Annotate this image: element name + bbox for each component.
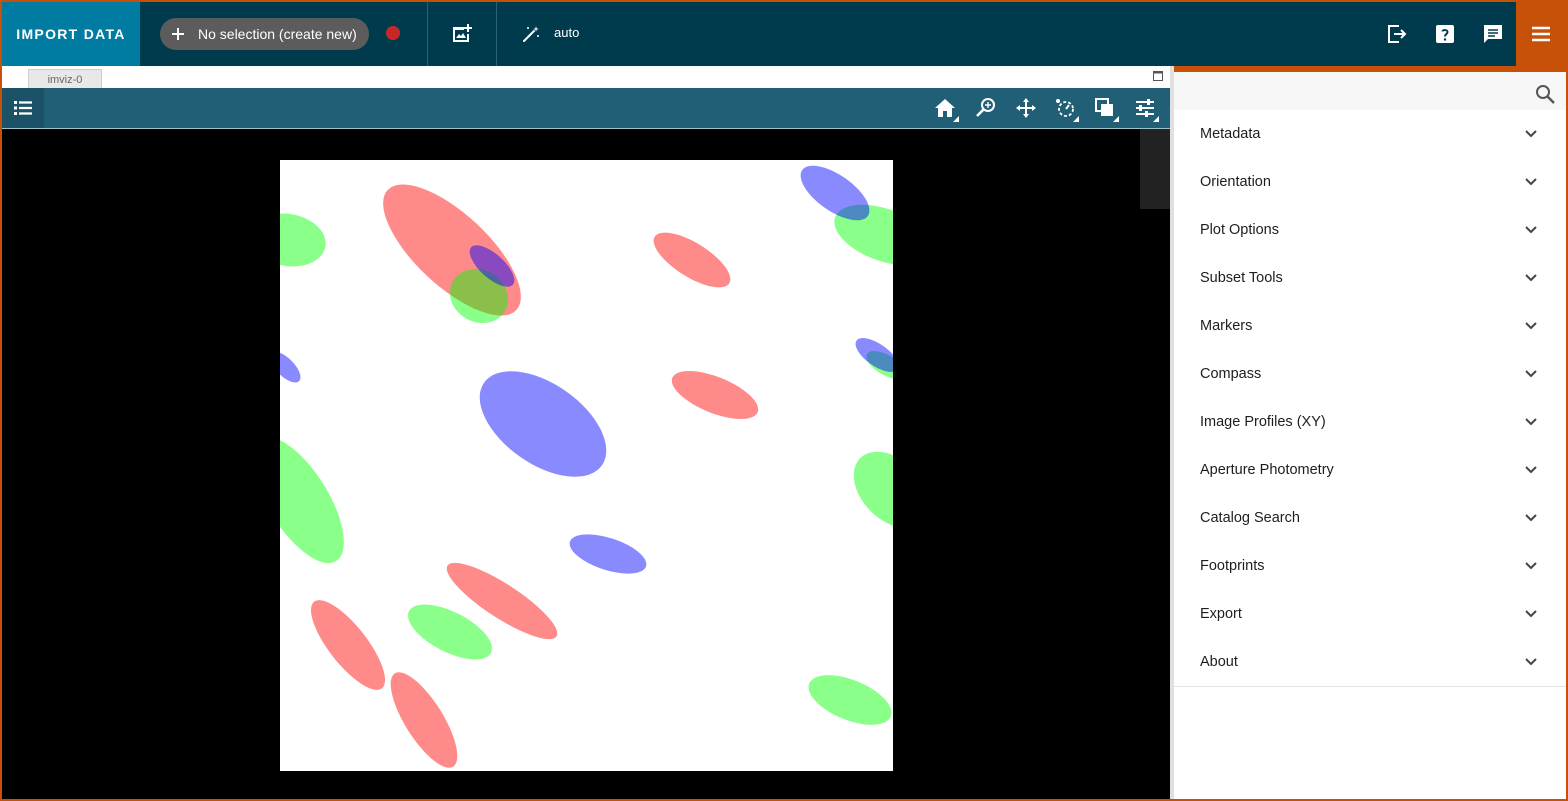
link-mode-label[interactable]: auto [554, 25, 579, 40]
home-tool[interactable] [933, 96, 959, 122]
feedback-icon[interactable] [1481, 22, 1505, 46]
plugin-item-subset-tools[interactable]: Subset Tools [1174, 254, 1566, 302]
top-toolbar: IMPORT DATA No selection (create new) au… [2, 2, 1566, 66]
chevron-down-icon[interactable] [1521, 172, 1541, 192]
plugin-item-orientation[interactable]: Orientation [1174, 158, 1566, 206]
image-display[interactable] [280, 160, 893, 771]
plugin-item-label: About [1200, 654, 1238, 670]
plugin-item-label: Export [1200, 606, 1242, 622]
menu-button[interactable] [1516, 2, 1566, 66]
plugin-search-bar[interactable] [1174, 72, 1566, 110]
dropdown-indicator-icon [1153, 116, 1159, 122]
viewer-tab-strip: imviz-0 [2, 66, 1170, 89]
zoom-icon [976, 98, 995, 117]
blink-tool[interactable] [1093, 96, 1119, 122]
toolbar-divider [427, 2, 428, 66]
plugin-item-catalog-search[interactable]: Catalog Search [1174, 494, 1566, 542]
record-icon[interactable] [386, 26, 400, 40]
viewer-settings-tool[interactable] [1133, 96, 1159, 122]
plugin-item-aperture-photometry[interactable]: Aperture Photometry [1174, 446, 1566, 494]
search-icon[interactable] [1534, 83, 1556, 105]
chevron-down-icon[interactable] [1521, 508, 1541, 528]
dropdown-indicator-icon [953, 116, 959, 122]
plugin-item-label: Image Profiles (XY) [1200, 414, 1326, 430]
viewer-toolbar [2, 88, 1170, 129]
chevron-down-icon[interactable] [1521, 268, 1541, 288]
viewer-area: imviz-0 [2, 66, 1170, 799]
chevron-down-icon[interactable] [1521, 556, 1541, 576]
chevron-down-icon[interactable] [1521, 316, 1541, 336]
subset-selector-label: No selection (create new) [198, 26, 357, 42]
plugin-item-label: Subset Tools [1200, 270, 1283, 286]
import-data-button[interactable]: IMPORT DATA [2, 2, 140, 66]
chevron-down-icon[interactable] [1521, 220, 1541, 240]
menu-icon [1532, 26, 1550, 42]
plugin-item-markers[interactable]: Markers [1174, 302, 1566, 350]
plugin-item-label: Compass [1200, 366, 1262, 382]
maximize-icon[interactable] [1153, 71, 1163, 81]
plugin-item-label: Markers [1200, 318, 1253, 334]
contrast-tool[interactable] [1053, 96, 1079, 122]
plugin-item-about[interactable]: About [1174, 638, 1566, 686]
toolbar-divider [496, 2, 497, 66]
chevron-down-icon[interactable] [1521, 460, 1541, 480]
viewer-tab[interactable]: imviz-0 [28, 69, 102, 89]
zoom-tool[interactable] [974, 96, 998, 120]
plugin-item-label: Plot Options [1200, 222, 1279, 238]
plugin-item-label: Catalog Search [1200, 510, 1300, 526]
add-image-icon[interactable] [450, 22, 474, 46]
pan-tool[interactable] [1014, 96, 1038, 120]
chevron-down-icon[interactable] [1521, 652, 1541, 672]
plugin-list: Metadata Orientation Plot Options Subset To… [1174, 110, 1566, 687]
magic-wand-icon[interactable] [522, 25, 540, 43]
pan-icon [1016, 98, 1036, 118]
chevron-down-icon[interactable] [1521, 124, 1541, 144]
plugin-item-label: Orientation [1200, 174, 1271, 190]
chevron-down-icon[interactable] [1521, 364, 1541, 384]
app-window: IMPORT DATA No selection (create new) au… [2, 2, 1566, 799]
plugin-item-plot-options[interactable]: Plot Options [1174, 206, 1566, 254]
chevron-down-icon[interactable] [1521, 412, 1541, 432]
list-icon [14, 101, 32, 115]
plus-icon [172, 28, 184, 40]
export-icon[interactable] [1385, 22, 1409, 46]
chevron-down-icon[interactable] [1521, 604, 1541, 624]
dropdown-indicator-icon [1073, 116, 1079, 122]
help-icon[interactable] [1433, 22, 1457, 46]
subset-selector[interactable]: No selection (create new) [160, 18, 369, 50]
plugin-tray: Metadata Orientation Plot Options Subset To… [1170, 66, 1566, 799]
plugin-item-export[interactable]: Export [1174, 590, 1566, 638]
plugin-item-label: Aperture Photometry [1200, 462, 1334, 478]
viewer-scrollbar[interactable] [1140, 129, 1170, 209]
plugin-item-footprints[interactable]: Footprints [1174, 542, 1566, 590]
plugin-item-compass[interactable]: Compass [1174, 350, 1566, 398]
plugin-item-metadata[interactable]: Metadata [1174, 110, 1566, 158]
plugin-item-label: Footprints [1200, 558, 1265, 574]
image-canvas[interactable] [2, 129, 1170, 799]
plugin-item-image-profiles-xy[interactable]: Image Profiles (XY) [1174, 398, 1566, 446]
dropdown-indicator-icon [1113, 116, 1119, 122]
plugin-item-label: Metadata [1200, 126, 1261, 142]
data-menu-button[interactable] [2, 88, 44, 128]
